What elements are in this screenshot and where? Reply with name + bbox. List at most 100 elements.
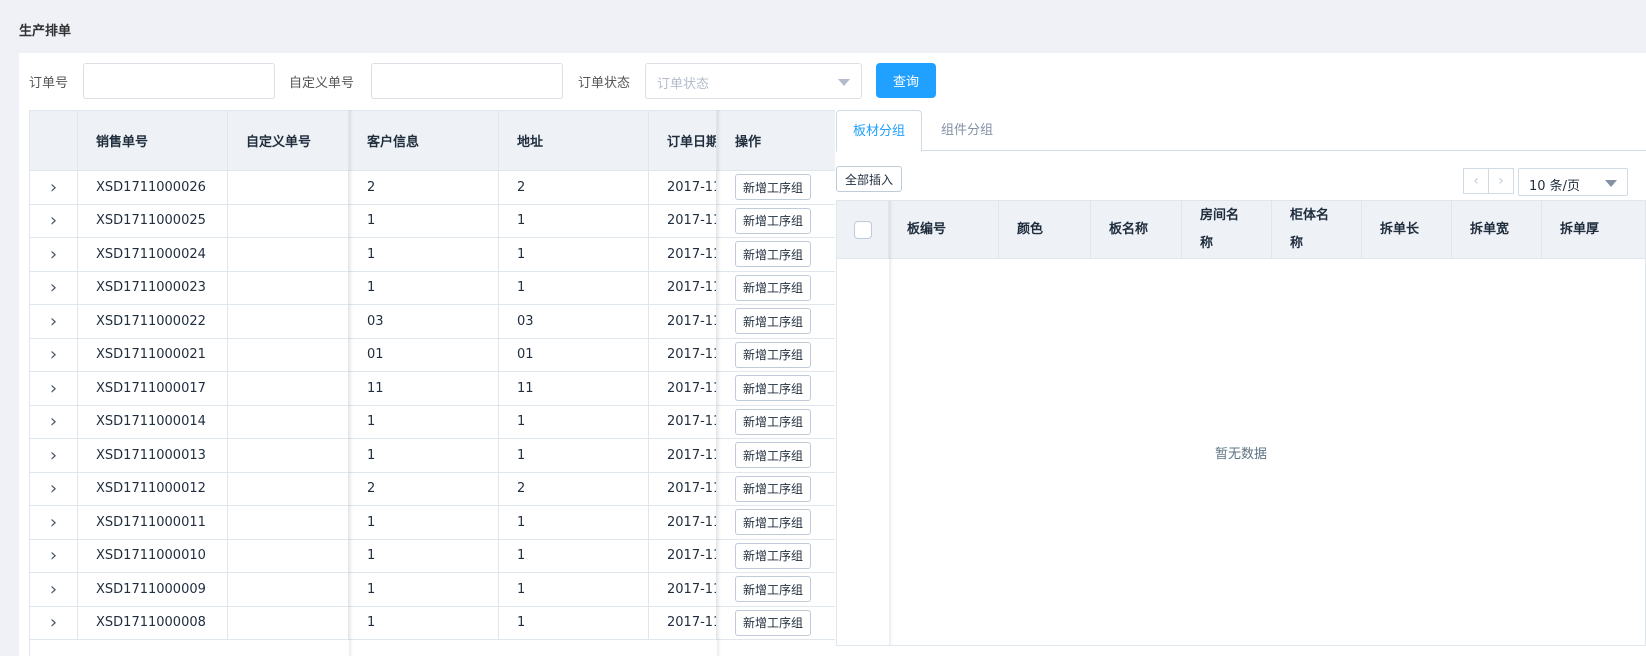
cell-date: 2017-11 [649,204,717,237]
cell-sales-no: XSD1711000026 [78,171,228,204]
status-select[interactable]: 订单状态 [645,63,862,99]
add-process-group-button[interactable]: 新增工序组 [735,207,812,234]
add-process-group-button[interactable]: 新增工序组 [735,475,812,502]
cell-custom-no [228,171,349,204]
column-header-sales-no: 销售单号 [78,111,228,170]
column-header-room-name: 房间名称 [1182,201,1272,258]
add-process-group-button[interactable]: 新增工序组 [735,341,812,368]
empty-state: 暂无数据 [1214,446,1267,462]
cell-address: 2 [499,472,649,505]
expand-cell[interactable]: › [30,271,78,304]
cell-action: 新增工序组 [717,171,835,204]
cell-address: 1 [499,573,649,606]
board-table: 板编号 颜色 板名称 房间名称 柜体名称 拆单长 拆单宽 拆单厚 暂无数据 [836,200,1646,646]
add-process-group-button[interactable]: 新增工序组 [735,241,812,268]
add-process-group-button[interactable]: 新增工序组 [735,576,812,603]
add-process-group-button[interactable]: 新增工序组 [735,442,812,469]
table-row[interactable]: › XSD1711000022 03 03 2017-11 新增工序组 [30,305,835,339]
cell-sales-no: XSD1711000017 [78,372,228,405]
table-row[interactable]: › XSD1711000009 1 1 2017-11 新增工序组 [30,573,835,607]
expand-cell[interactable]: › [30,372,78,405]
add-process-group-button[interactable]: 新增工序组 [735,375,812,402]
cell-address: 1 [499,439,649,472]
column-header-cut-width: 拆单宽 [1452,201,1542,258]
table-row[interactable]: › XSD1711000014 1 1 2017-11 新增工序组 [30,405,835,439]
table-row[interactable]: › XSD1711000013 1 1 2017-11 新增工序组 [30,439,835,473]
cell-sales-no: XSD1711000014 [78,405,228,438]
cell-custom-no [228,372,349,405]
add-process-group-button[interactable]: 新增工序组 [735,408,812,435]
table-row[interactable]: › XSD1711000010 1 1 2017-11 新增工序组 [30,539,835,573]
cell-address: 1 [499,539,649,572]
chevron-right-icon: › [49,511,58,533]
expand-cell[interactable]: › [30,204,78,237]
cell-date: 2017-11 [649,439,717,472]
add-process-group-button[interactable]: 新增工序组 [735,174,812,201]
group-tabs: 板材分组 组件分组 [836,110,1646,152]
cell-date: 2017-11 [649,372,717,405]
table-row[interactable]: › XSD1711000024 1 1 2017-11 新增工序组 [30,238,835,272]
select-all-checkbox[interactable] [853,220,872,239]
expand-cell[interactable]: › [30,338,78,371]
expand-cell[interactable]: › [30,539,78,572]
cell-sales-no: XSD1711000010 [78,539,228,572]
expand-cell[interactable]: › [30,405,78,438]
cell-customer: 1 [349,573,499,606]
expand-cell[interactable]: › [30,606,78,639]
cell-customer: 1 [349,405,499,438]
column-header-cut-length: 拆单长 [1362,201,1452,258]
expand-cell[interactable]: › [30,472,78,505]
expand-cell[interactable]: › [30,171,78,204]
cell-custom-no [228,439,349,472]
status-label: 订单状态 [578,76,631,91]
cell-date: 2017-11 [649,238,717,271]
chevron-right-icon: › [49,478,58,500]
cell-custom-no [228,338,349,371]
expand-cell[interactable]: › [30,573,78,606]
tab-board-group[interactable]: 板材分组 [836,110,923,152]
table-row[interactable]: › XSD1711000026 2 2 2017-11 新增工序组 [30,171,835,205]
page-title: 生产排单 [19,24,72,39]
cell-customer: 1 [349,204,499,237]
chevron-right-icon: › [49,545,58,567]
search-button[interactable]: 查询 [876,63,936,98]
insert-all-button[interactable]: 全部插入 [836,166,903,192]
column-header-board-no: 板编号 [889,201,999,258]
cell-action: 新增工序组 [717,439,835,472]
cell-action: 新增工序组 [717,339,835,372]
add-process-group-button[interactable]: 新增工序组 [735,308,812,335]
main-panel: 订单号 自定义单号 订单状态 订单状态 查询 销售单号 自定义单号 客户信息 地… [19,53,1646,656]
cell-address: 1 [499,405,649,438]
tab-component-group[interactable]: 组件分组 [925,110,1009,151]
add-process-group-button[interactable]: 新增工序组 [735,609,812,636]
cell-action: 新增工序组 [717,406,835,439]
cell-action: 新增工序组 [717,272,835,305]
chevron-right-icon: › [49,243,58,265]
table-row[interactable]: › XSD1711000021 01 01 2017-11 新增工序组 [30,338,835,372]
prev-page-button[interactable]: ‹ [1463,168,1489,194]
order-no-input[interactable] [83,63,275,99]
next-page-button[interactable]: › [1488,168,1514,194]
expand-cell[interactable]: › [30,238,78,271]
expand-cell[interactable]: › [30,506,78,539]
cell-sales-no: XSD1711000008 [78,606,228,639]
add-process-group-button[interactable]: 新增工序组 [735,542,812,569]
expand-cell[interactable]: › [30,439,78,472]
column-header-customer: 客户信息 [349,111,499,170]
expand-cell[interactable]: › [30,305,78,338]
fixed-column-shadow [889,201,893,645]
cell-customer: 03 [349,305,499,338]
table-row[interactable]: › XSD1711000017 11 11 2017-11 新增工序组 [30,372,835,406]
page-size-select[interactable]: 10 条/页 [1518,168,1628,196]
add-process-group-button[interactable]: 新增工序组 [735,274,812,301]
fixed-column-shadow [349,110,353,656]
custom-no-input[interactable] [371,63,563,99]
cell-customer: 11 [349,372,499,405]
table-row[interactable]: › XSD1711000023 1 1 2017-11 新增工序组 [30,271,835,305]
table-row[interactable]: › XSD1711000012 2 2 2017-11 新增工序组 [30,472,835,506]
add-process-group-button[interactable]: 新增工序组 [735,509,812,536]
table-row[interactable]: › XSD1711000025 1 1 2017-11 新增工序组 [30,204,835,238]
table-row[interactable]: › XSD1711000011 1 1 2017-11 新增工序组 [30,506,835,540]
cell-action: 新增工序组 [717,305,835,338]
table-row[interactable]: › XSD1711000008 1 1 2017-11 新增工序组 [30,606,835,640]
